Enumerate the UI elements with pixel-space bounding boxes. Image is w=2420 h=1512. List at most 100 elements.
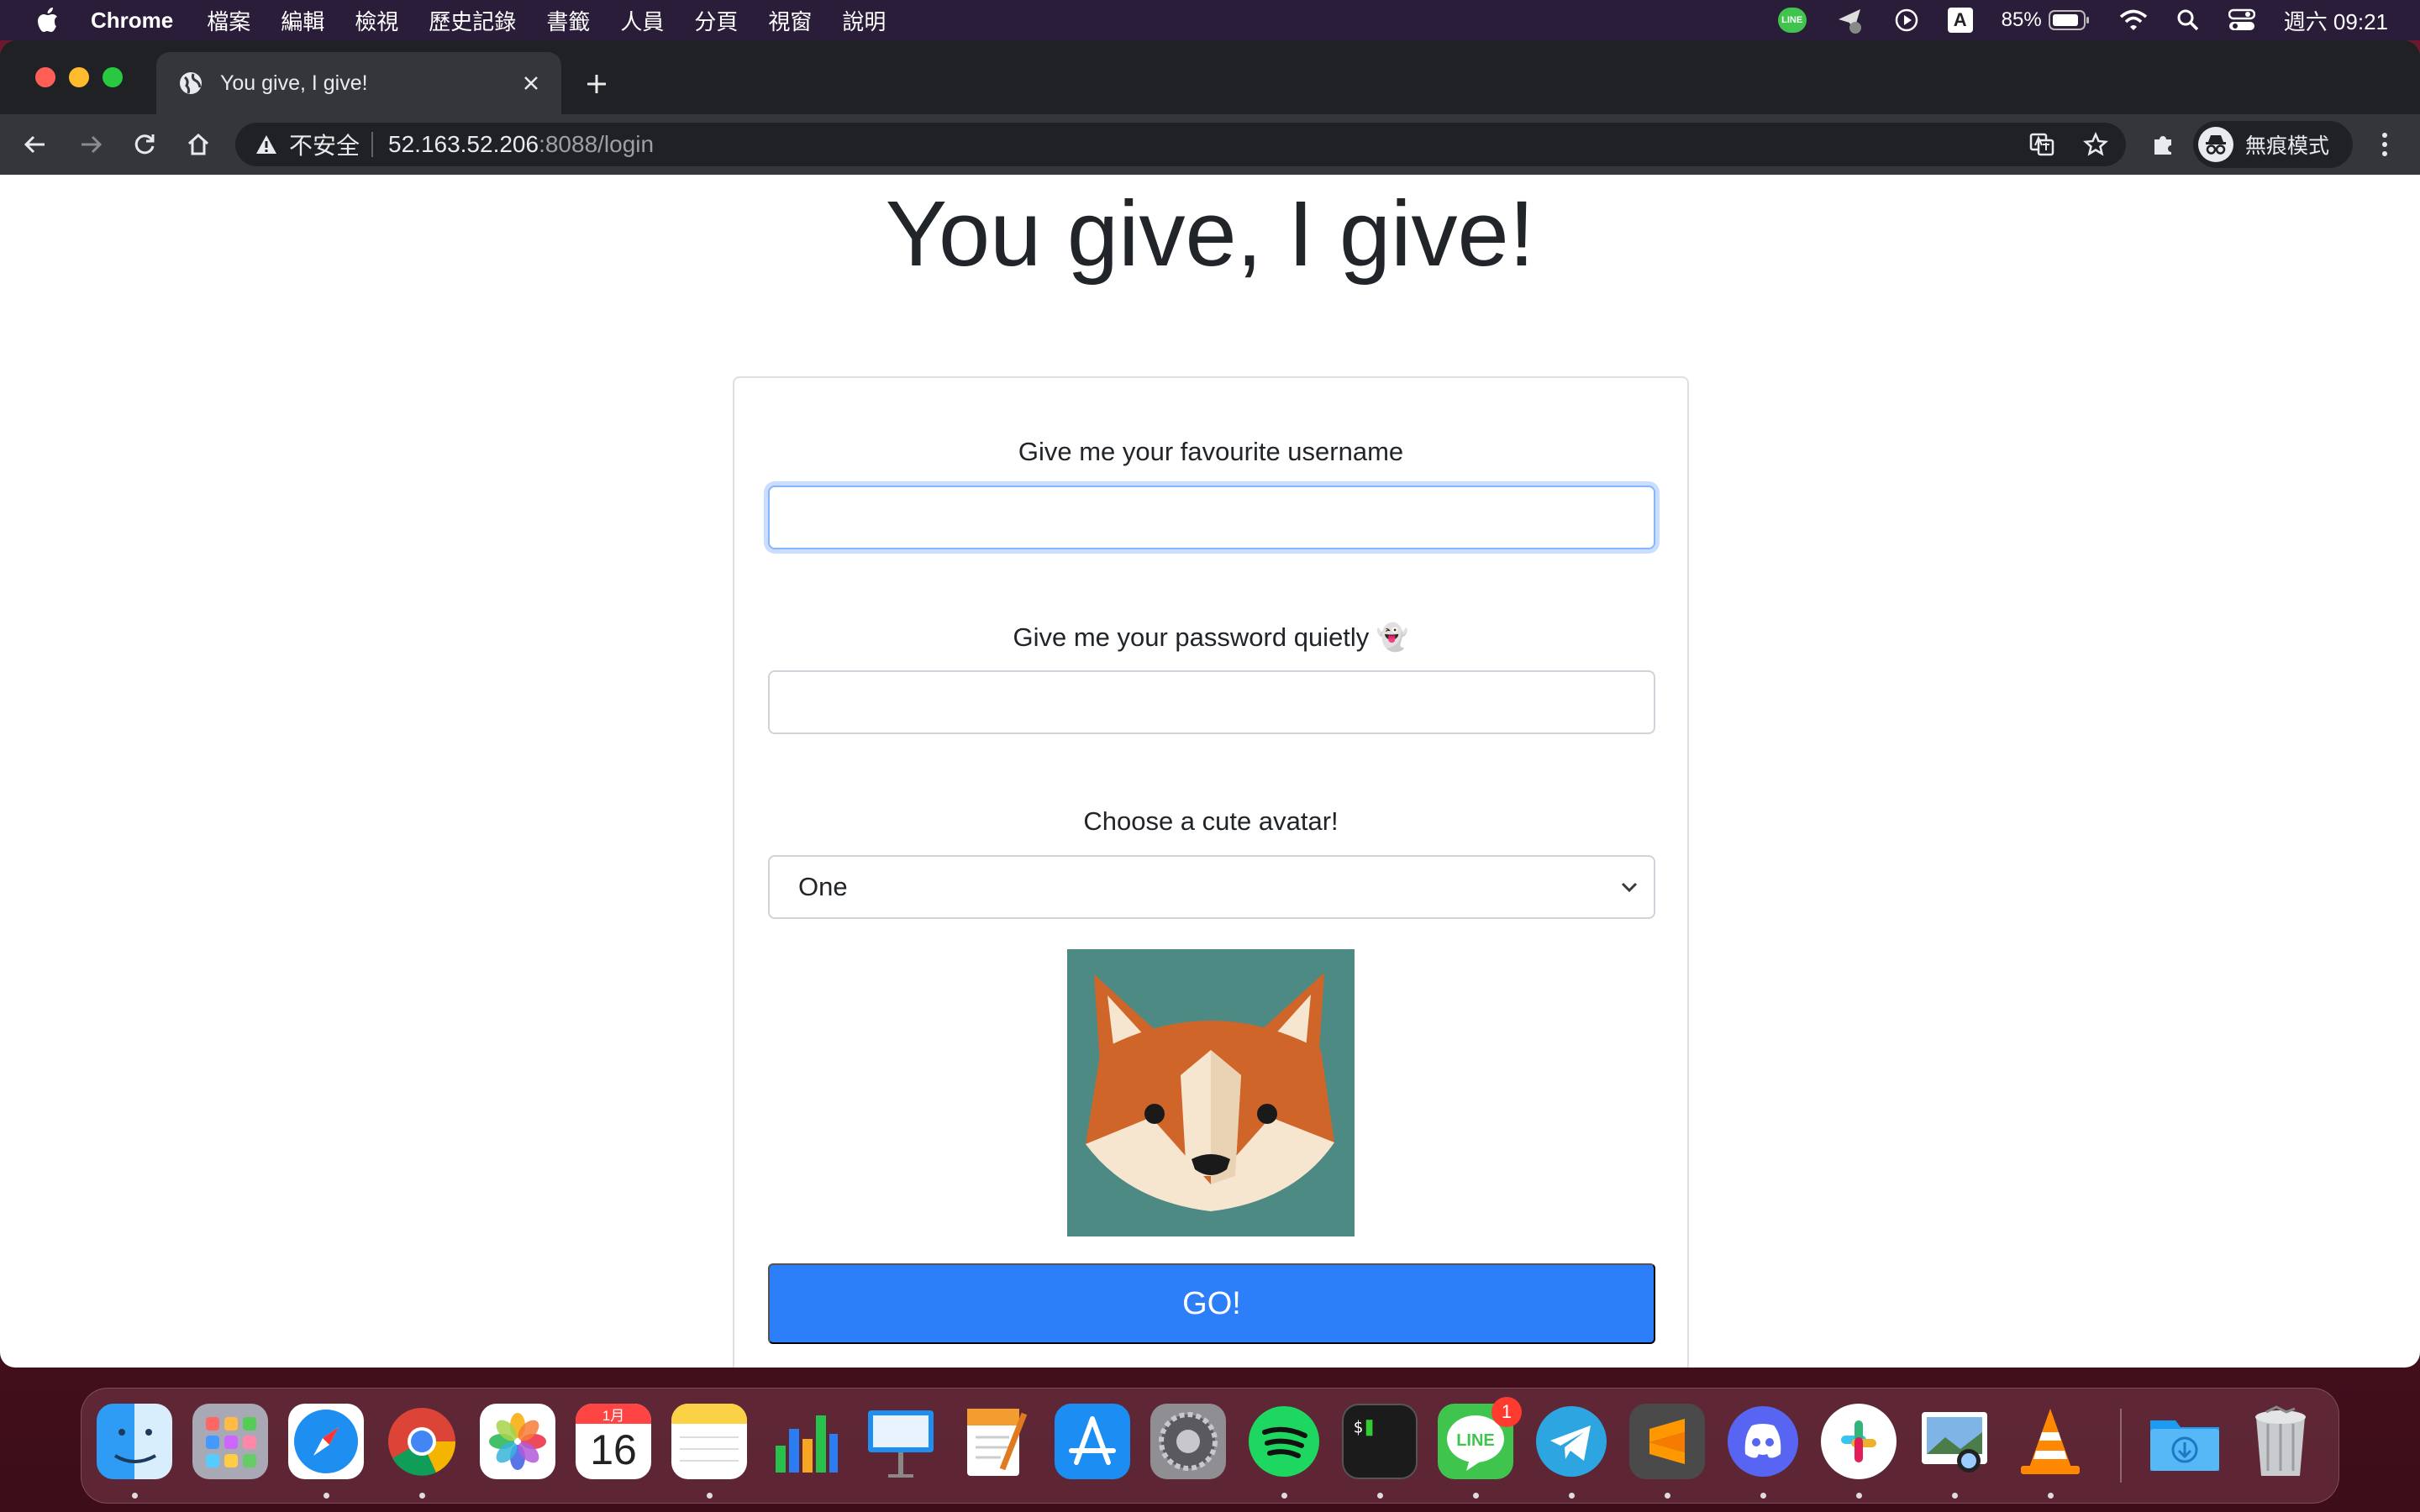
close-window-button[interactable] xyxy=(35,67,55,87)
control-center-icon[interactable] xyxy=(2228,0,2255,40)
menu-tab[interactable]: 分頁 xyxy=(694,5,738,36)
warning-icon[interactable] xyxy=(255,134,277,155)
avatar-select[interactable]: One xyxy=(768,855,1655,919)
input-source-icon[interactable]: A xyxy=(1947,0,1973,40)
vlc-icon[interactable] xyxy=(2012,1404,2088,1479)
more-menu-icon[interactable] xyxy=(2368,126,2402,163)
terminal-running-dot xyxy=(1377,1493,1383,1499)
discord-running-dot xyxy=(1760,1493,1766,1499)
system-preferences-icon[interactable] xyxy=(1150,1404,1226,1479)
keynote-icon[interactable] xyxy=(863,1404,939,1479)
notes-running-dot xyxy=(707,1493,713,1499)
trash-icon[interactable] xyxy=(2243,1404,2318,1479)
spotify-icon[interactable] xyxy=(1246,1404,1322,1479)
wifi-icon[interactable] xyxy=(2119,0,2148,40)
tab-title: You give, I give! xyxy=(220,71,368,95)
menu-window[interactable]: 視窗 xyxy=(768,5,812,36)
incognito-profile-button[interactable]: 無痕模式 xyxy=(2193,121,2353,168)
launchpad-icon[interactable] xyxy=(192,1404,268,1479)
dock-divider xyxy=(2120,1409,2122,1483)
calendar-month: 1月 xyxy=(576,1404,651,1424)
password-label: Give me your password quietly 👻 xyxy=(1013,622,1409,652)
home-icon[interactable] xyxy=(180,126,217,163)
battery-percent: 85% xyxy=(2001,8,2042,31)
calendar-icon[interactable]: 1月 16 xyxy=(576,1404,651,1479)
browser-tab-active[interactable]: You give, I give! xyxy=(156,52,561,114)
preview-icon[interactable] xyxy=(1917,1404,1992,1479)
svg-text:LINE: LINE xyxy=(1456,1431,1495,1450)
send-icon[interactable] xyxy=(1835,0,1865,40)
web-page: You give, I give! Give me your favourite… xyxy=(0,175,2420,1368)
chrome-running-dot xyxy=(419,1493,425,1499)
menu-help[interactable]: 說明 xyxy=(842,5,886,36)
photos-icon[interactable] xyxy=(480,1404,555,1479)
avatar-select-value: One xyxy=(798,872,848,901)
back-icon[interactable] xyxy=(17,126,54,163)
safari-running-dot xyxy=(324,1493,329,1499)
svg-text:$: $ xyxy=(1353,1417,1363,1436)
login-form-card: Give me your favourite username Give me … xyxy=(733,376,1689,1368)
tab-strip: You give, I give! xyxy=(0,40,2420,114)
terminal-icon[interactable]: $ xyxy=(1342,1404,1418,1479)
browser-toolbar: 不安全 52.163.52.206:8088/login 無痕模式 xyxy=(0,114,2420,175)
dock: 1月 16 $ LINE 1 xyxy=(81,1388,2339,1504)
finder-icon[interactable] xyxy=(97,1404,172,1479)
omnibox-divider xyxy=(371,132,374,157)
bookmark-star-icon[interactable] xyxy=(2079,128,2112,161)
menu-bar: Chrome 檔案 編輯 檢視 歷史記錄 書籤 人員 分頁 視窗 說明 LINE… xyxy=(0,0,2420,40)
go-submit-button[interactable]: GO! xyxy=(768,1263,1655,1344)
spotlight-search-icon[interactable] xyxy=(2176,0,2200,40)
address-bar[interactable]: 不安全 52.163.52.206:8088/login xyxy=(235,123,2126,166)
translate-icon[interactable] xyxy=(2025,128,2059,161)
app-store-icon[interactable] xyxy=(1055,1404,1130,1479)
slack-running-dot xyxy=(1856,1493,1862,1499)
zoom-window-button[interactable] xyxy=(103,67,123,87)
menu-people[interactable]: 人員 xyxy=(620,5,664,36)
line-running-dot xyxy=(1473,1493,1479,1499)
battery-icon[interactable] xyxy=(2048,0,2091,40)
browser-window: You give, I give! 不安全 52.163.52.206:808… xyxy=(0,40,2420,1368)
username-label: Give me your favourite username xyxy=(1018,437,1404,466)
url-host: 52.163.52.206 xyxy=(388,131,539,157)
reload-icon[interactable] xyxy=(126,126,163,163)
extensions-icon[interactable] xyxy=(2144,126,2181,163)
username-input[interactable] xyxy=(768,486,1655,549)
chevron-down-icon xyxy=(1620,877,1639,897)
slack-icon[interactable] xyxy=(1821,1404,1897,1479)
incognito-icon xyxy=(2198,127,2233,162)
menu-edit[interactable]: 編輯 xyxy=(281,5,324,36)
calendar-day: 16 xyxy=(590,1426,637,1473)
apple-icon[interactable] xyxy=(34,6,62,34)
avatar-preview-image xyxy=(1067,949,1355,1236)
finder-running-dot xyxy=(132,1493,138,1499)
minimize-window-button[interactable] xyxy=(69,67,89,87)
downloads-folder-icon[interactable] xyxy=(2147,1404,2223,1479)
desktop: Chrome 檔案 編輯 檢視 歷史記錄 書籤 人員 分頁 視窗 說明 LINE… xyxy=(0,0,2420,1512)
close-tab-icon[interactable] xyxy=(514,66,548,100)
numbers-icon[interactable] xyxy=(767,1404,843,1479)
new-tab-icon[interactable] xyxy=(580,67,613,101)
password-input[interactable] xyxy=(768,670,1655,734)
menu-view[interactable]: 檢視 xyxy=(355,5,398,36)
url-path: :8088/login xyxy=(539,131,655,157)
security-status[interactable]: 不安全 xyxy=(289,128,360,161)
menu-file[interactable]: 檔案 xyxy=(207,5,250,36)
sublime-running-dot xyxy=(1665,1493,1670,1499)
discord-icon[interactable] xyxy=(1725,1404,1801,1479)
telegram-icon[interactable] xyxy=(1534,1404,1609,1479)
pages-icon[interactable] xyxy=(959,1404,1034,1479)
menu-app-name[interactable]: Chrome xyxy=(91,8,173,34)
menu-bookmarks[interactable]: 書籤 xyxy=(546,5,590,36)
sublime-text-icon[interactable] xyxy=(1629,1404,1705,1479)
notes-icon[interactable] xyxy=(671,1404,747,1479)
forward-icon[interactable] xyxy=(72,126,109,163)
play-circle-icon[interactable] xyxy=(1894,0,1919,40)
menu-history[interactable]: 歷史記錄 xyxy=(429,5,516,36)
avatar-label: Choose a cute avatar! xyxy=(1083,806,1339,836)
status-area: LINE A 85% 週六 09:21 xyxy=(1777,0,2388,40)
chrome-icon[interactable] xyxy=(384,1404,460,1479)
safari-icon[interactable] xyxy=(288,1404,364,1479)
line-notification-badge: 1 xyxy=(1491,1397,1522,1427)
line-status-icon[interactable]: LINE xyxy=(1777,0,1807,40)
menubar-clock[interactable]: 週六 09:21 xyxy=(2284,0,2388,40)
